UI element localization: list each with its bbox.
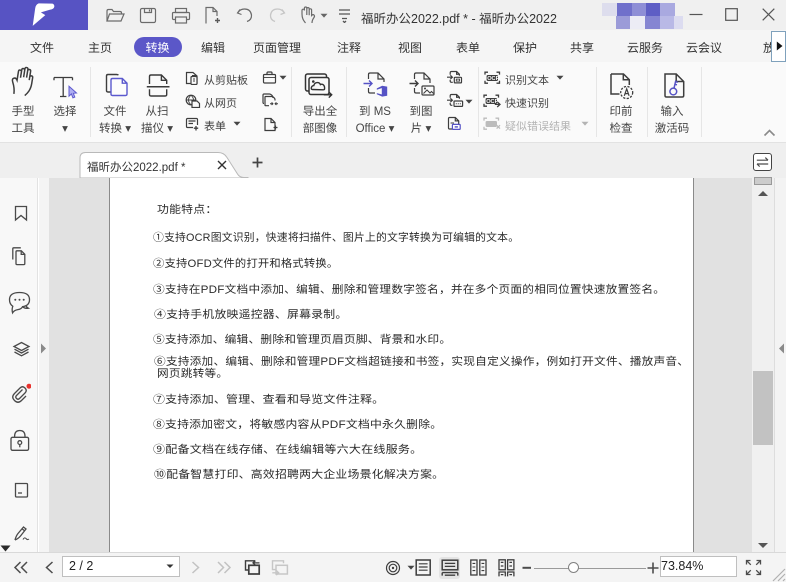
svg-text:OCR: OCR	[487, 76, 499, 82]
